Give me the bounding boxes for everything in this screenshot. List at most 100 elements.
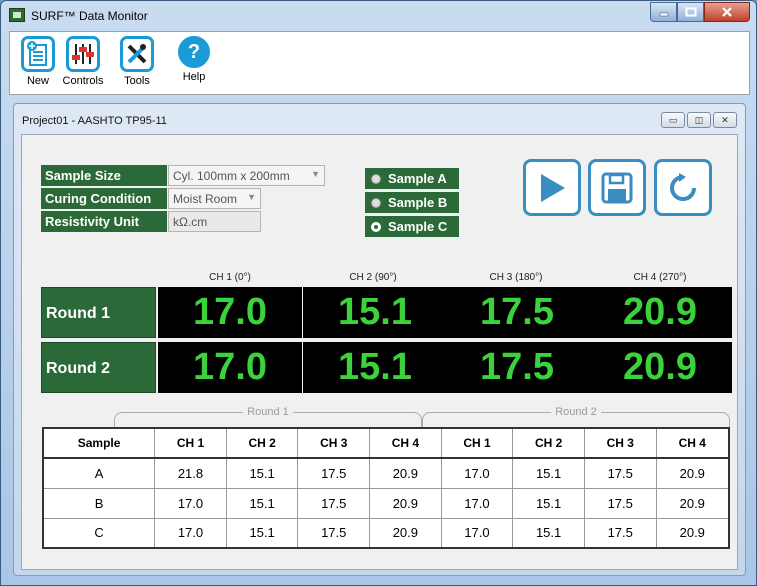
save-button[interactable] <box>588 159 646 216</box>
table-cell: 17.0 <box>154 487 227 518</box>
col-header-r2-ch3: CH 3 <box>583 427 657 459</box>
help-icon: ? <box>178 36 210 68</box>
round-2-ch1-display: 17.0 <box>158 342 302 393</box>
sample-c-label: Sample C <box>388 219 448 234</box>
app-window: SURF™ Data Monitor New Controls Tools ? … <box>0 0 757 586</box>
radio-unselected-icon <box>371 198 381 208</box>
table-cell: 15.1 <box>225 457 298 488</box>
close-icon <box>722 7 732 17</box>
table-cell: 20.9 <box>369 517 442 548</box>
table-cell: 15.1 <box>225 517 298 548</box>
new-document-icon <box>21 36 55 72</box>
table-header-row: Sample CH 1 CH 2 CH 3 CH 4 CH 1 CH 2 CH … <box>43 427 729 459</box>
toolbar-tools-button[interactable]: Tools <box>115 36 159 87</box>
project-client-area: Sample Size Cyl. 100mm x 200mm ▼ Curing … <box>21 134 738 570</box>
col-header-r2-ch4: CH 4 <box>655 427 729 459</box>
sample-size-label: Sample Size <box>41 165 167 186</box>
sample-size-value: Cyl. 100mm x 200mm <box>173 169 290 183</box>
save-icon <box>601 172 633 203</box>
table-cell: A <box>43 457 155 488</box>
round-1-ch2-display: 15.1 <box>303 287 447 338</box>
col-header-r1-ch2: CH 2 <box>225 427 298 459</box>
resistivity-unit-label: Resistivity Unit <box>41 211 167 232</box>
table-cell: 17.0 <box>440 517 513 548</box>
table-cell: 20.9 <box>369 457 442 488</box>
channel-1-header: CH 1 (0°) <box>209 272 251 283</box>
toolbar-new-button[interactable]: New <box>16 36 60 87</box>
col-header-r2-ch1: CH 1 <box>440 427 513 459</box>
toolbar-help-button[interactable]: ? Help <box>172 36 216 83</box>
table-cell: 17.0 <box>440 457 513 488</box>
table-cell: 17.5 <box>297 457 370 488</box>
sample-a-radio[interactable]: Sample A <box>365 168 459 189</box>
start-button[interactable] <box>523 159 581 216</box>
refresh-button[interactable] <box>654 159 712 216</box>
results-table: Sample CH 1 CH 2 CH 3 CH 4 CH 1 CH 2 CH … <box>42 427 730 549</box>
close-button[interactable] <box>704 2 750 22</box>
child-restore-button[interactable]: ◫ <box>687 112 711 128</box>
minimize-icon <box>659 12 668 17</box>
chevron-down-icon: ▼ <box>311 169 320 179</box>
minimize-button[interactable] <box>650 2 677 22</box>
minimize-icon: ▭ <box>668 114 678 125</box>
tools-icon <box>120 36 154 72</box>
toolbar-controls-button[interactable]: Controls <box>61 36 105 87</box>
play-icon <box>541 173 565 202</box>
table-cell: 17.5 <box>583 487 657 518</box>
table-cell: C <box>43 517 155 548</box>
table-cell: 20.9 <box>655 517 729 548</box>
toolbar-tools-label: Tools <box>124 75 150 87</box>
maximize-icon <box>685 7 696 17</box>
table-cell: 17.5 <box>297 517 370 548</box>
table-cell: 17.0 <box>440 487 513 518</box>
app-title: SURF™ Data Monitor <box>31 9 148 23</box>
table-cell: 17.5 <box>583 517 657 548</box>
channel-3-header: CH 3 (180°) <box>489 272 543 283</box>
col-header-r1-ch1: CH 1 <box>154 427 227 459</box>
sliders-icon <box>66 36 100 72</box>
round-2-ch2-display: 15.1 <box>303 342 447 393</box>
table-cell: 20.9 <box>369 487 442 518</box>
table-cell: 17.5 <box>583 457 657 488</box>
curing-condition-label: Curing Condition <box>41 188 167 209</box>
chevron-down-icon: ▼ <box>247 192 256 202</box>
round-1-bracket-label: Round 1 <box>243 406 293 418</box>
table-cell: 15.1 <box>512 517 585 548</box>
table-cell: 17.5 <box>297 487 370 518</box>
maximize-button[interactable] <box>677 2 704 22</box>
round-2-ch3-display: 17.5 <box>445 342 589 393</box>
round-2-ch4-display: 20.9 <box>588 342 732 393</box>
toolbar-help-label: Help <box>182 71 206 83</box>
sample-b-radio[interactable]: Sample B <box>365 192 459 213</box>
table-row[interactable]: B 17.0 15.1 17.5 20.9 17.0 15.1 17.5 20.… <box>43 487 729 518</box>
app-logo-icon <box>9 8 25 22</box>
sample-size-dropdown[interactable]: Cyl. 100mm x 200mm ▼ <box>168 165 325 186</box>
sample-b-label: Sample B <box>388 195 448 210</box>
table-cell: 17.0 <box>154 517 227 548</box>
sample-c-radio[interactable]: Sample C <box>365 216 459 237</box>
channel-4-header: CH 4 (270°) <box>633 272 687 283</box>
table-cell: 20.9 <box>655 457 729 488</box>
round-1-ch3-display: 17.5 <box>445 287 589 338</box>
curing-condition-value: Moist Room <box>173 192 238 206</box>
col-header-sample: Sample <box>43 427 155 459</box>
table-cell: 15.1 <box>512 487 585 518</box>
toolbar-new-label: New <box>26 75 49 87</box>
toolbar: New Controls Tools ? Help <box>9 31 750 95</box>
refresh-icon <box>670 172 696 201</box>
round-1-ch1-display: 17.0 <box>158 287 302 338</box>
table-cell: B <box>43 487 155 518</box>
round-1-label: Round 1 <box>41 287 156 338</box>
project-window: Project01 - AASHTO TP95-11 ▭ ◫ ✕ Sample … <box>13 103 746 576</box>
title-bar: SURF™ Data Monitor <box>1 1 756 29</box>
table-row[interactable]: C 17.0 15.1 17.5 20.9 17.0 15.1 17.5 20.… <box>43 517 729 548</box>
curing-condition-dropdown[interactable]: Moist Room ▼ <box>168 188 261 209</box>
child-close-button[interactable]: ✕ <box>713 112 737 128</box>
child-minimize-button[interactable]: ▭ <box>661 112 685 128</box>
project-title: Project01 - AASHTO TP95-11 <box>22 115 167 127</box>
table-row[interactable]: A 21.8 15.1 17.5 20.9 17.0 15.1 17.5 20.… <box>43 457 729 488</box>
round-1-ch4-display: 20.9 <box>588 287 732 338</box>
table-cell: 15.1 <box>512 457 585 488</box>
close-icon: ✕ <box>721 114 729 125</box>
resistivity-unit-field[interactable]: kΩ.cm <box>168 211 261 232</box>
